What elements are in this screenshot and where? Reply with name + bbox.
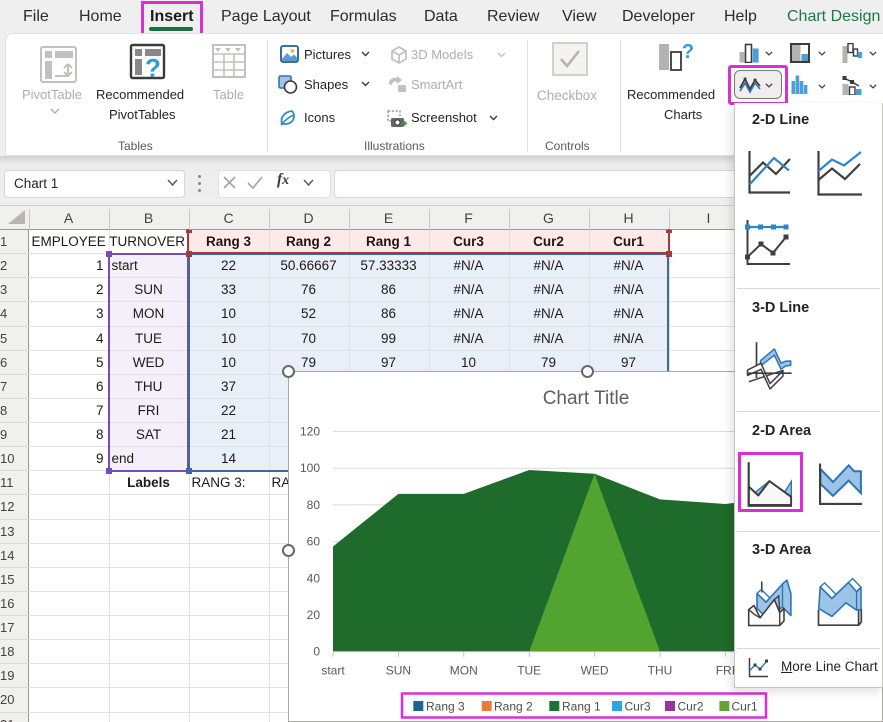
svg-text:Rang 3: Rang 3 — [426, 700, 465, 714]
svg-text:WED: WED — [581, 664, 609, 678]
svg-text:Rang 2: Rang 2 — [494, 700, 533, 714]
svg-text:120: 120 — [300, 425, 320, 439]
svg-text:Cur1: Cur1 — [732, 700, 758, 714]
svg-text:20: 20 — [307, 608, 321, 622]
svg-text:100: 100 — [300, 461, 320, 475]
svg-text:THU: THU — [648, 664, 673, 678]
svg-text:MON: MON — [450, 664, 478, 678]
svg-text:0: 0 — [313, 645, 320, 659]
svg-text:40: 40 — [307, 571, 321, 585]
svg-text:Cur3: Cur3 — [625, 700, 651, 714]
svg-text:60: 60 — [307, 535, 321, 549]
svg-text:TUE: TUE — [517, 664, 541, 678]
svg-text:?: ? — [682, 43, 694, 63]
svg-text:Cur2: Cur2 — [678, 700, 704, 714]
svg-text:Rang 1: Rang 1 — [562, 700, 601, 714]
svg-text:start: start — [321, 664, 345, 678]
svg-text:SUN: SUN — [386, 664, 411, 678]
svg-text:Chart Title: Chart Title — [543, 388, 630, 409]
svg-text:80: 80 — [307, 498, 321, 512]
svg-text:?: ? — [145, 53, 161, 82]
svg-text:FRI: FRI — [716, 664, 735, 678]
